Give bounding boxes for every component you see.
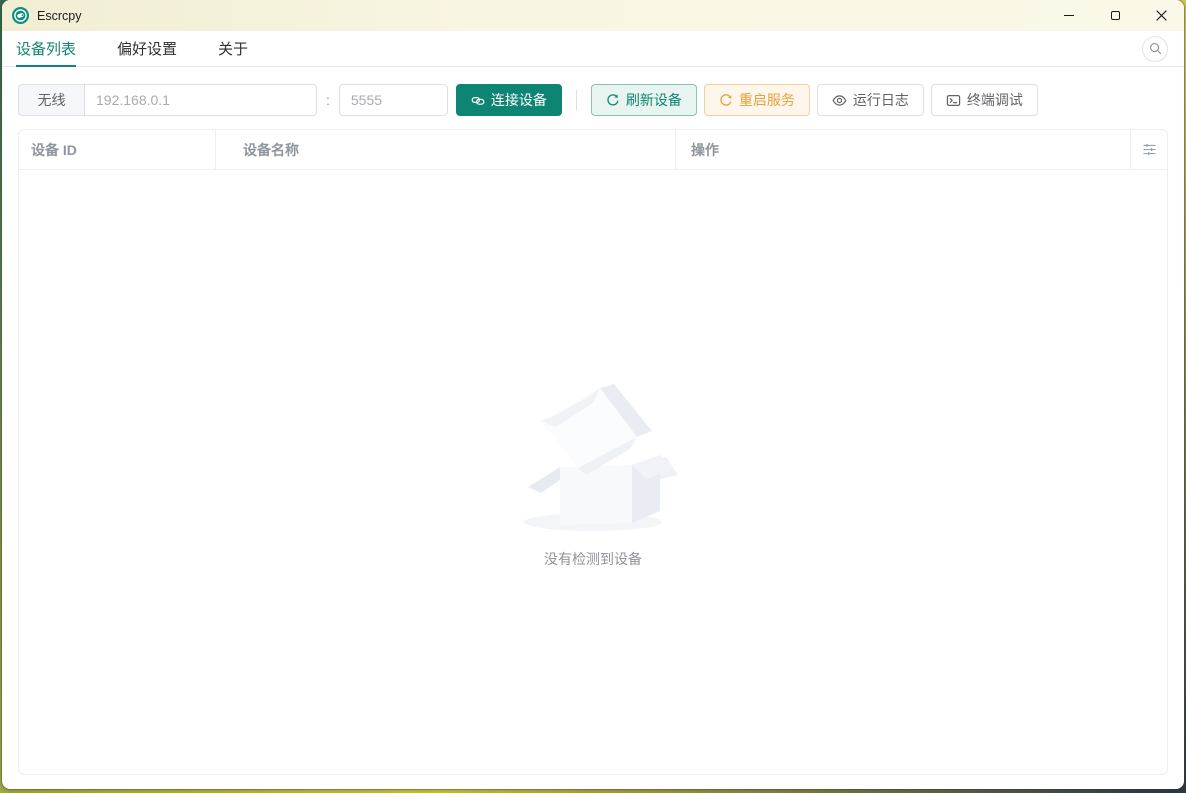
tab-device-list[interactable]: 设备列表 (16, 31, 77, 67)
device-table-body: 没有检测到设备 (19, 170, 1167, 774)
refresh-devices-label: 刷新设备 (625, 92, 682, 108)
connection-mode-select[interactable]: 无线 (18, 84, 84, 116)
column-header-device-id: 设备 ID (19, 130, 216, 169)
run-logs-button[interactable]: 运行日志 (816, 84, 924, 116)
minimize-button[interactable] (1046, 0, 1092, 31)
restart-service-button[interactable]: 重启服务 (703, 84, 810, 116)
column-header-operations: 操作 (676, 130, 1131, 169)
tab-label: 关于 (218, 41, 249, 58)
connect-device-label: 连接设备 (490, 92, 547, 108)
tab-about[interactable]: 关于 (218, 31, 248, 66)
window-title: Escrcpy (37, 8, 82, 23)
window-controls (1046, 0, 1184, 31)
refresh-icon (607, 94, 619, 106)
host-input[interactable] (84, 84, 317, 116)
eye-icon (832, 94, 847, 106)
address-input-group: 无线 (18, 84, 317, 116)
terminal-debug-button[interactable]: 终端调试 (930, 84, 1038, 116)
toolbar-divider (575, 90, 577, 110)
minimize-icon (1064, 14, 1074, 17)
app-logo-icon (12, 7, 29, 24)
device-table-header: 设备 ID 设备名称 操作 (19, 130, 1167, 170)
column-label: 设备名称 (243, 141, 299, 158)
close-icon (1155, 10, 1167, 21)
device-table: 设备 ID 设备名称 操作 没有检测到设备 (18, 129, 1168, 775)
port-input[interactable] (338, 84, 448, 116)
empty-box-illustration (524, 384, 678, 531)
terminal-debug-label: 终端调试 (966, 92, 1023, 108)
connection-toolbar: 无线 : 连接设备 刷新设备 重启服务 (2, 67, 1184, 129)
tab-bar: 设备列表 偏好设置 关于 (2, 31, 1184, 67)
maximize-icon (1110, 11, 1120, 20)
restart-icon (720, 94, 732, 106)
tab-label: 设备列表 (16, 41, 77, 58)
column-settings-button[interactable] (1131, 130, 1167, 169)
connect-device-button[interactable]: 连接设备 (455, 84, 562, 116)
run-logs-label: 运行日志 (852, 92, 909, 108)
column-label: 设备 ID (31, 141, 77, 158)
sliders-icon (1143, 143, 1155, 156)
titlebar: Escrcpy (2, 0, 1184, 31)
host-port-separator: : (326, 92, 330, 108)
connection-mode-label: 无线 (37, 92, 66, 108)
app-window: Escrcpy 设备列表 偏好设置 关于 无线 192.168.0.1: 55… (2, 0, 1184, 789)
tab-label: 偏好设置 (117, 41, 178, 58)
tab-preferences[interactable]: 偏好设置 (117, 31, 177, 66)
restart-service-label: 重启服务 (738, 92, 795, 108)
maximize-button[interactable] (1092, 0, 1138, 31)
column-label: 操作 (691, 141, 719, 158)
connect-link-icon (471, 96, 485, 105)
search-icon (1149, 43, 1161, 54)
empty-state-text: 没有检测到设备 (544, 551, 642, 567)
close-button[interactable] (1138, 0, 1184, 31)
column-header-device-name: 设备名称 (216, 130, 676, 169)
terminal-icon (946, 94, 961, 106)
search-button[interactable] (1142, 35, 1168, 62)
refresh-devices-button[interactable]: 刷新设备 (590, 84, 697, 116)
empty-state: 没有检测到设备 (508, 375, 678, 569)
